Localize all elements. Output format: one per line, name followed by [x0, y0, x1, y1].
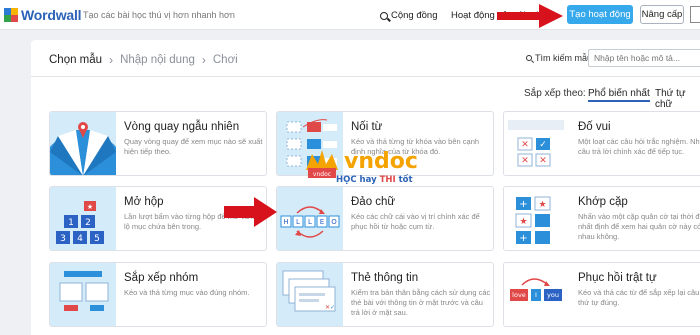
annotation-arrow-icon — [497, 4, 563, 28]
sort-popular-option[interactable]: Phổ biến nhất — [588, 88, 650, 102]
template-description: Kéo và thả từng mục vào đúng nhóm. — [124, 288, 250, 297]
nav-community-label: Cộng đồng — [391, 10, 438, 21]
group-sort-icon — [59, 271, 109, 311]
template-title: Nối từ — [351, 121, 383, 133]
template-description: Quay vòng quay để xem mục nào sẽ xuất hi… — [124, 137, 263, 156]
matching-pairs-icon: + ★ ★ + — [515, 196, 551, 244]
box-number: 5 — [94, 234, 100, 244]
unjumble-icon: love I you — [510, 278, 562, 301]
quiz-thumbnail: ✕ ✓ ✕ ✕ — [504, 112, 570, 175]
unjumble-word: I — [535, 291, 537, 299]
chevron-right-icon: › — [109, 53, 114, 67]
flash-cards-thumbnail: ✕ ✓ — [277, 263, 343, 326]
spin-wheel-icon — [50, 122, 116, 175]
svg-text:★: ★ — [519, 217, 527, 227]
template-title: Phục hồi trật tự — [578, 272, 657, 284]
group-sort-thumbnail — [50, 263, 116, 326]
svg-text:✕: ✕ — [521, 156, 529, 166]
watermark-brand: vndoc — [344, 149, 418, 174]
anagram-letter: L — [296, 218, 300, 226]
quiz-icon: ✕ ✓ ✕ ✕ — [508, 120, 564, 167]
template-title: Mở hộp — [124, 196, 164, 208]
user-menu-icon[interactable] — [690, 6, 700, 23]
search-icon — [526, 55, 532, 61]
search-icon — [380, 11, 388, 20]
template-title: Sắp xếp nhóm — [124, 272, 199, 284]
template-description: Nhấn vào một cặp quân cờ tại thời điểm n… — [578, 212, 700, 241]
breadcrumb-choose-template[interactable]: Chọn mẫu — [49, 54, 102, 66]
template-description: Kiểm tra bản thân bằng cách sử dụng các … — [351, 288, 491, 317]
template-card-matching-pairs[interactable]: + ★ ★ + Khớp cặp Nhấn vào một cặp quân c… — [503, 186, 700, 251]
template-search-label-text: Tìm kiếm mẫu: — [535, 53, 595, 63]
svg-text:✕: ✕ — [521, 140, 529, 150]
open-box-icon: ★ 1 2 3 4 5 — [56, 201, 104, 244]
template-card-flash-cards[interactable]: ✕ ✓ Thẻ thông tin Kiểm tra bản thân bằng… — [276, 262, 494, 327]
vndoc-watermark-logo: vndoc vndoc HỌC hay THI tốt — [306, 149, 418, 185]
box-number: 4 — [77, 234, 83, 244]
anagram-letter: L — [308, 218, 312, 226]
box-number: 3 — [60, 234, 66, 244]
open-box-thumbnail: ★ 1 2 3 4 5 — [50, 187, 116, 250]
breadcrumb-enter-content: Nhập nội dung — [120, 54, 195, 66]
template-card-group-sort[interactable]: Sắp xếp nhóm Kéo và thả từng mục vào đún… — [49, 262, 267, 327]
svg-text:✓: ✓ — [330, 304, 335, 311]
template-search-label: Tìm kiếm mẫu: — [526, 53, 595, 63]
template-card-spin-wheel[interactable]: Vòng quay ngẫu nhiên Quay vòng quay để x… — [49, 111, 267, 176]
watermark-slogan: HỌC hay THI tốt — [336, 174, 413, 185]
flash-cards-icon: ✕ ✓ — [282, 270, 336, 312]
nav-community-link[interactable]: Cộng đồng — [380, 10, 437, 21]
divider — [31, 76, 700, 77]
watermark-badge-text: vndoc — [313, 171, 331, 178]
spin-wheel-thumbnail — [50, 112, 116, 175]
unjumble-word: love — [512, 291, 526, 299]
breadcrumb: Chọn mẫu › Nhập nội dung › Chơi — [49, 53, 238, 67]
template-card-anagram[interactable]: H L L E O Đảo chữ Kéo các chữ cái vào vị… — [276, 186, 494, 251]
svg-text:★: ★ — [538, 200, 546, 210]
breadcrumb-play: Chơi — [212, 54, 238, 66]
annotation-arrow-icon — [224, 197, 277, 227]
unjumble-thumbnail: love I you — [504, 263, 570, 326]
unjumble-word: you — [547, 291, 559, 299]
logo-text: Wordwall — [21, 7, 82, 23]
matching-pairs-thumbnail: + ★ ★ + — [504, 187, 570, 250]
template-description: Kéo các chữ cái vào vị trí chính xác để … — [351, 212, 480, 231]
template-title: Thẻ thông tin — [351, 272, 419, 284]
svg-text:✓: ✓ — [539, 140, 547, 150]
anagram-thumbnail: H L L E O — [277, 187, 343, 250]
anagram-icon: H L L E O — [280, 206, 340, 238]
template-title: Đảo chữ — [351, 196, 396, 208]
sort-label: Sắp xếp theo: — [524, 88, 586, 99]
wordwall-logo-icon — [4, 8, 18, 22]
svg-text:+: + — [519, 233, 527, 244]
upgrade-button[interactable]: Nâng cấp — [640, 5, 684, 24]
box-number: 1 — [68, 218, 74, 228]
template-card-unjumble[interactable]: love I you Phục hồi trật tự Kéo và thả c… — [503, 262, 700, 327]
template-description: Một loạt các câu hỏi trắc nghiệm. Nhấn v… — [578, 137, 700, 156]
tagline: Tạo các bài học thú vị hơn nhanh hơn — [83, 10, 235, 20]
svg-text:+: + — [519, 199, 527, 210]
template-title: Đố vui — [578, 121, 611, 133]
sort-alphabetical-option[interactable]: Thứ tự chữ — [655, 88, 700, 110]
create-activity-button[interactable]: Tạo hoạt động — [567, 5, 633, 24]
template-card-quiz[interactable]: ✕ ✓ ✕ ✕ Đố vui Một loạt các câu hỏi trắc… — [503, 111, 700, 176]
wordwall-logo[interactable]: Wordwall — [4, 7, 82, 23]
chevron-right-icon: › — [201, 53, 206, 67]
template-search-input[interactable] — [588, 49, 700, 67]
svg-text:✕: ✕ — [539, 156, 547, 166]
anagram-letter: H — [283, 218, 288, 226]
anagram-letter: O — [331, 218, 337, 226]
template-title: Khớp cặp — [578, 196, 628, 208]
anagram-letter: E — [320, 218, 324, 226]
template-description: Kéo và thả các từ để sắp xếp lại câu the… — [578, 288, 700, 307]
template-title: Vòng quay ngẫu nhiên — [124, 121, 240, 133]
svg-text:★: ★ — [87, 203, 93, 211]
box-number: 2 — [85, 218, 91, 228]
